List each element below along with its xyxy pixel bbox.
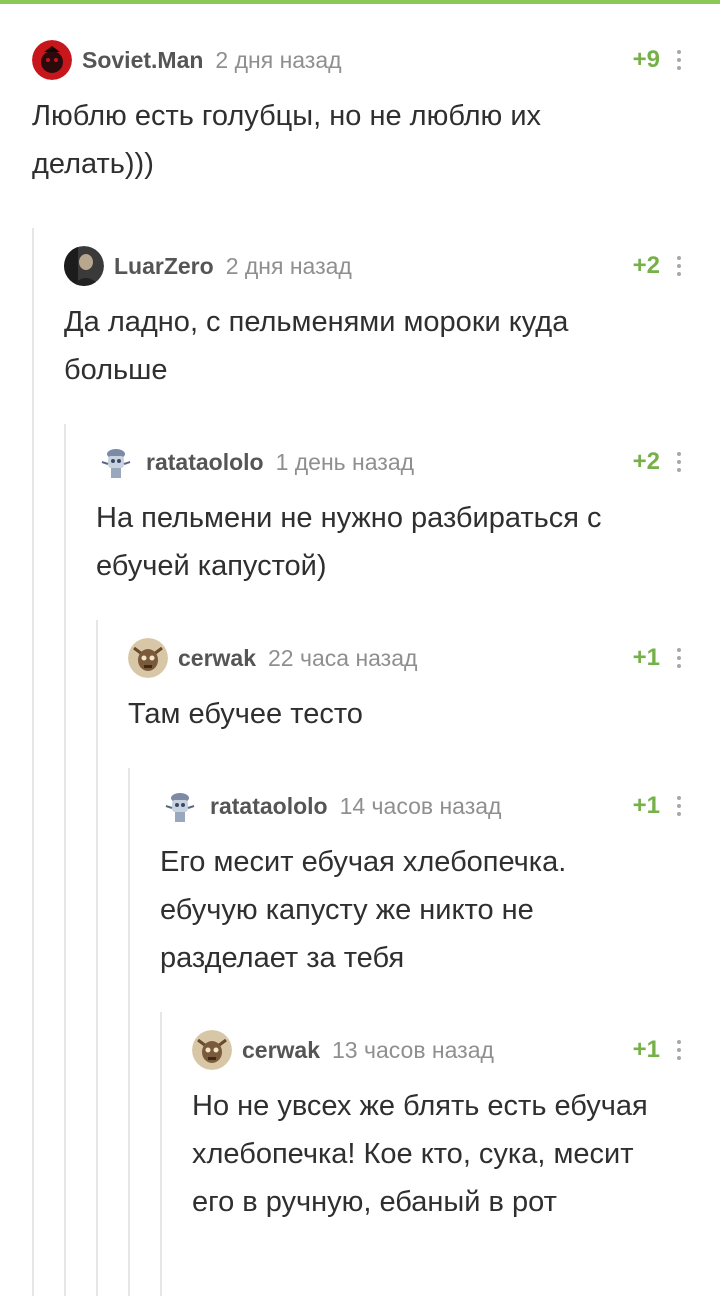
comment-header: ratataololo 1 день назад +2: [96, 442, 720, 482]
comment-header: Soviet.Man 2 дня назад +9: [32, 40, 720, 80]
more-options-icon[interactable]: [676, 50, 682, 70]
timestamp: 1 день назад: [275, 448, 415, 475]
comment-text: Люблю есть голубцы, но не люблю их делат…: [32, 100, 542, 180]
rating-score: +2: [632, 448, 660, 475]
username[interactable]: cerwak: [242, 1037, 320, 1064]
more-options-icon[interactable]: [676, 648, 682, 668]
rating-score: +9: [632, 46, 660, 73]
creature-avatar-icon[interactable]: [128, 638, 168, 678]
thread-line[interactable]: [160, 1012, 162, 1296]
comment: cerwak 22 часа назад +1 Там ебучее тесто: [128, 638, 720, 738]
timestamp: 14 часов назад: [339, 792, 502, 819]
more-options-icon[interactable]: [676, 452, 682, 472]
robot-avatar-icon[interactable]: [96, 442, 136, 482]
thread-line[interactable]: [128, 768, 130, 1296]
timestamp: 22 часа назад: [268, 644, 418, 671]
timestamp: 2 дня назад: [225, 252, 352, 279]
comment: LuarZero 2 дня назад +2 Да ладно, с пель…: [64, 246, 720, 394]
comment-text: Там ебучее тесто: [128, 698, 363, 730]
rating-score: +1: [632, 644, 660, 671]
rating-score: +1: [632, 1036, 660, 1063]
comment-text: На пельмени не нужно разбираться с ебуче…: [96, 502, 602, 582]
thread-line[interactable]: [32, 228, 34, 1296]
top-accent-bar: [0, 0, 720, 4]
username[interactable]: cerwak: [178, 645, 256, 672]
comment: cerwak 13 часов назад +1 Но не увсех же …: [192, 1030, 720, 1226]
comment-text: Но не увсех же блять есть ебучая хлебопе…: [192, 1090, 648, 1218]
robot-avatar-icon[interactable]: [160, 786, 200, 826]
thread-line[interactable]: [96, 620, 98, 1296]
thread-line[interactable]: [64, 424, 66, 1296]
username[interactable]: Soviet.Man: [82, 47, 203, 74]
timestamp: 13 часов назад: [332, 1036, 494, 1063]
comment-header: cerwak 22 часа назад +1: [128, 638, 720, 678]
username[interactable]: ratataololo: [146, 449, 264, 476]
portrait-avatar-icon[interactable]: [64, 246, 104, 286]
username[interactable]: ratataololo: [210, 793, 328, 820]
more-options-icon[interactable]: [676, 1040, 682, 1060]
more-options-icon[interactable]: [676, 796, 682, 816]
comment: ratataololo 14 часов назад +1 Его месит …: [160, 786, 720, 982]
username[interactable]: LuarZero: [114, 253, 214, 280]
creature-avatar-icon[interactable]: [192, 1030, 232, 1070]
comment-header: LuarZero 2 дня назад +2: [64, 246, 720, 286]
rating-score: +2: [632, 252, 660, 279]
timestamp: 2 дня назад: [215, 46, 342, 73]
comment: Soviet.Man 2 дня назад +9 Люблю есть гол…: [32, 40, 720, 188]
comment-header: cerwak 13 часов назад +1: [192, 1030, 720, 1070]
comment-text: Да ладно, с пельменями мороки куда больш…: [64, 306, 569, 386]
rating-score: +1: [632, 792, 660, 819]
soviet-avatar-icon[interactable]: [32, 40, 72, 80]
comment-header: ratataololo 14 часов назад +1: [160, 786, 720, 826]
more-options-icon[interactable]: [676, 256, 682, 276]
comment-text: Его месит ебучая хлебопечка. ебучую капу…: [160, 846, 567, 974]
comment: ratataololo 1 день назад +2 На пельмени …: [96, 442, 720, 590]
